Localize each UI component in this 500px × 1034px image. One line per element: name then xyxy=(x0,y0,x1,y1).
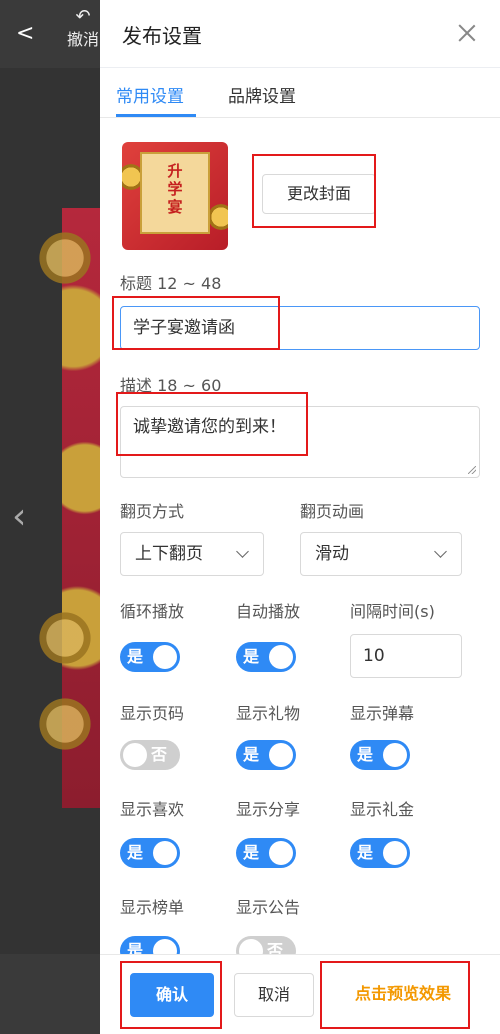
confirm-button[interactable]: 确认 xyxy=(130,973,214,1017)
page-turn-select[interactable]: 上下翻页 xyxy=(120,532,264,576)
page-animation-value: 滑动 xyxy=(315,544,349,564)
toggle-knob xyxy=(383,743,407,767)
interval-label: 间隔时间(s) xyxy=(350,602,435,621)
gifts-label: 显示礼物 xyxy=(236,704,301,723)
gold-decoration xyxy=(30,694,100,754)
danmaku-label: 显示弹幕 xyxy=(350,704,415,723)
tab-brand-settings[interactable]: 品牌设置 xyxy=(228,82,296,107)
active-tab-indicator xyxy=(116,114,196,117)
drawer-title: 发布设置 xyxy=(122,24,202,48)
gifts-toggle[interactable]: 是 xyxy=(236,740,296,770)
tab-common-settings[interactable]: 常用设置 xyxy=(116,82,184,107)
cover-thumbnail: 升 学 宴 xyxy=(122,142,228,250)
toggle-state: 否 xyxy=(267,941,284,954)
preview-button[interactable]: 点击预览效果 xyxy=(328,973,478,1017)
chevron-down-icon xyxy=(434,545,447,558)
background-toolbar: < ↶ 撤消 xyxy=(0,0,100,68)
likes-toggle[interactable]: 是 xyxy=(120,838,180,868)
toggle-knob xyxy=(239,939,263,954)
ranking-toggle[interactable]: 是 xyxy=(120,936,180,954)
undo-label: 撤消 xyxy=(66,30,99,49)
toggle-knob xyxy=(269,645,293,669)
cover-char: 宴 xyxy=(167,198,183,216)
likes-label: 显示喜欢 xyxy=(120,800,185,819)
gold-decoration xyxy=(30,228,100,288)
close-icon[interactable] xyxy=(456,22,478,44)
background-bottom-bar xyxy=(0,954,100,1034)
settings-form: 升 学 宴 更改封面 标题 12 ~ 48 学子宴邀请函 描述 18 ~ 60 … xyxy=(100,118,500,954)
notice-toggle[interactable]: 否 xyxy=(236,936,296,954)
share-label: 显示分享 xyxy=(236,800,301,819)
drawer-header: 发布设置 xyxy=(100,0,500,68)
gold-decoration xyxy=(30,608,100,668)
toggle-state: 是 xyxy=(357,843,374,862)
toggle-state: 是 xyxy=(243,745,260,764)
chevron-left-icon[interactable]: < xyxy=(16,23,34,45)
chevron-down-icon xyxy=(236,545,249,558)
description-text: 诚挚邀请您的到来！ xyxy=(133,417,286,437)
toggle-state: 是 xyxy=(127,843,144,862)
description-textarea[interactable]: 诚挚邀请您的到来！ xyxy=(120,406,480,478)
notice-label: 显示公告 xyxy=(236,898,301,917)
toggle-state: 是 xyxy=(357,745,374,764)
toggle-knob xyxy=(153,841,177,865)
resize-handle-icon[interactable] xyxy=(468,466,476,474)
toggle-knob xyxy=(383,841,407,865)
cash-gift-toggle[interactable]: 是 xyxy=(350,838,410,868)
page-animation-select[interactable]: 滑动 xyxy=(300,532,462,576)
cancel-button[interactable]: 取消 xyxy=(234,973,314,1017)
page-number-toggle[interactable]: 否 xyxy=(120,740,180,770)
interval-input[interactable]: 10 xyxy=(350,634,462,678)
toggle-state: 是 xyxy=(127,941,144,954)
toggle-state: 是 xyxy=(127,647,144,666)
change-cover-button[interactable]: 更改封面 xyxy=(262,174,376,214)
share-toggle[interactable]: 是 xyxy=(236,838,296,868)
toggle-knob xyxy=(153,645,177,669)
page-animation-label: 翻页动画 xyxy=(300,502,365,521)
settings-tabs: 常用设置 品牌设置 xyxy=(100,68,500,118)
title-input[interactable]: 学子宴邀请函 xyxy=(120,306,480,350)
loop-label: 循环播放 xyxy=(120,602,185,621)
danmaku-toggle[interactable]: 是 xyxy=(350,740,410,770)
toggle-knob xyxy=(269,841,293,865)
toggle-state: 否 xyxy=(151,745,168,764)
drawer-footer: 确认 取消 点击预览效果 xyxy=(100,954,500,1034)
cover-char: 学 xyxy=(167,180,183,198)
toggle-knob xyxy=(153,939,177,954)
page-turn-label: 翻页方式 xyxy=(120,502,185,521)
prev-page-arrow-icon[interactable]: ‹ xyxy=(12,496,26,537)
loop-toggle[interactable]: 是 xyxy=(120,642,180,672)
title-label: 标题 12 ~ 48 xyxy=(120,274,222,293)
cover-title-text: 升 学 宴 xyxy=(142,162,208,216)
cover-char: 升 xyxy=(167,162,183,180)
page-turn-value: 上下翻页 xyxy=(135,544,203,564)
toggle-state: 是 xyxy=(243,647,260,666)
autoplay-toggle[interactable]: 是 xyxy=(236,642,296,672)
publish-settings-drawer: 发布设置 常用设置 品牌设置 升 学 宴 更改封面 标题 12 ~ 48 学子宴… xyxy=(100,0,500,1034)
description-label: 描述 18 ~ 60 xyxy=(120,376,222,395)
undo-icon: ↶ xyxy=(75,8,91,27)
autoplay-label: 自动播放 xyxy=(236,602,301,621)
ranking-label: 显示榜单 xyxy=(120,898,185,917)
cover-scroll-banner: 升 学 宴 xyxy=(140,152,210,234)
undo-button[interactable]: ↶ 撤消 xyxy=(66,8,100,50)
toggle-knob xyxy=(123,743,147,767)
page-number-label: 显示页码 xyxy=(120,704,185,723)
cash-gift-label: 显示礼金 xyxy=(350,800,415,819)
toggle-state: 是 xyxy=(243,843,260,862)
toggle-knob xyxy=(269,743,293,767)
